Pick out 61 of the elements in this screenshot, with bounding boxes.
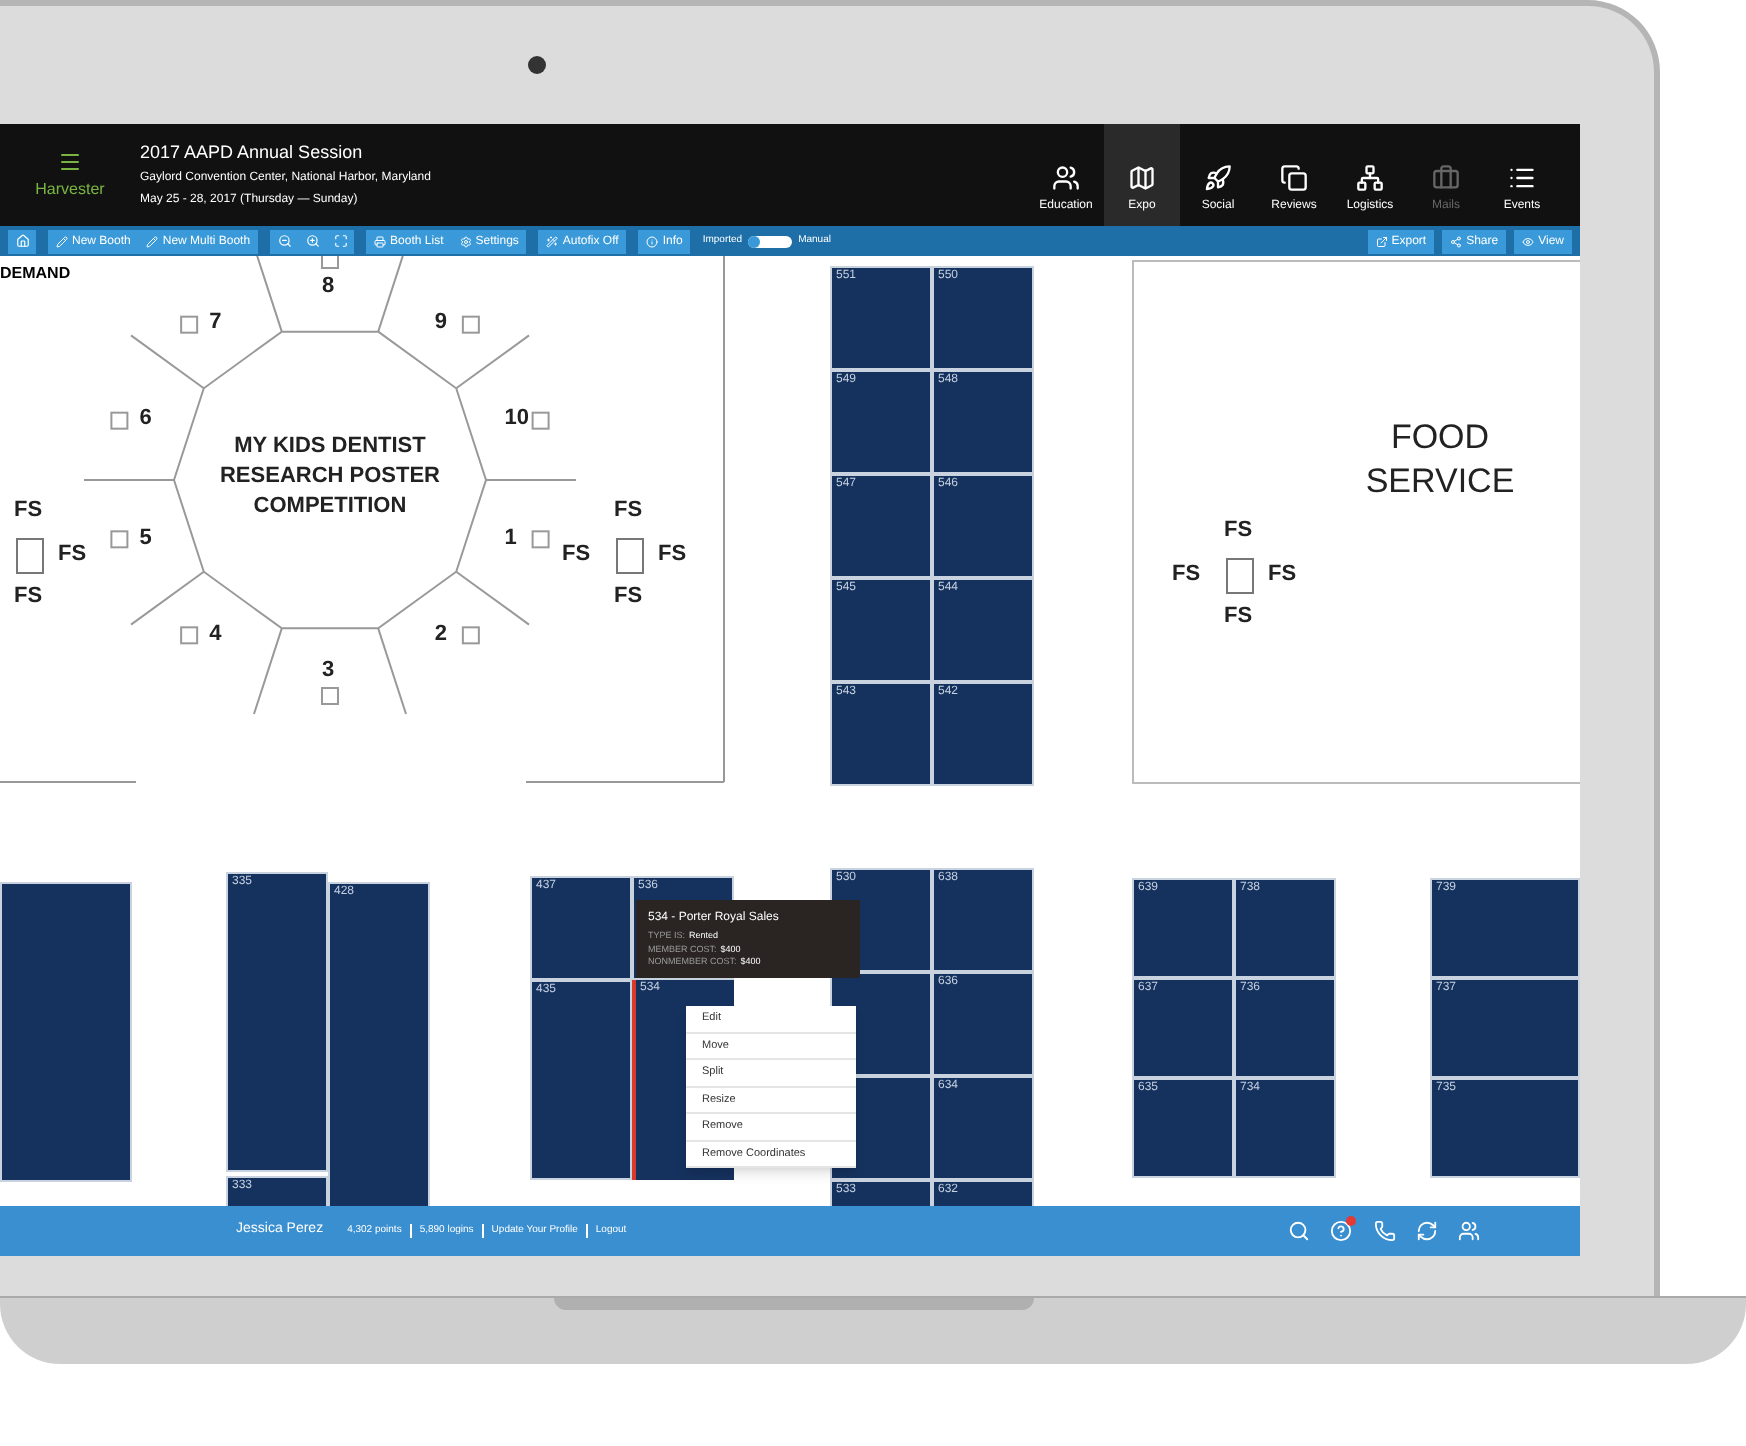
- home-icon: [15, 234, 29, 248]
- users-icon: [1052, 164, 1080, 192]
- event-title: 2017 AAPD Annual Session: [140, 139, 365, 166]
- camera-icon: [528, 56, 546, 74]
- zoom-out-icon: [277, 234, 292, 248]
- pencil-icon: [146, 235, 159, 247]
- fs-label: FS: [14, 586, 43, 608]
- zoom-in-icon: [305, 234, 320, 248]
- share-icon: [1450, 235, 1463, 247]
- food-service-label: FOOD SERVICE: [1363, 416, 1517, 504]
- list-icon: [1508, 164, 1536, 192]
- fs-label: FS: [1224, 520, 1253, 542]
- fs-label: FS: [58, 544, 87, 566]
- fs-label: FS: [1172, 564, 1201, 586]
- poster-number: 5: [139, 527, 152, 550]
- table-icon: [1226, 558, 1254, 594]
- poster-number: 7: [209, 312, 222, 335]
- users-icon[interactable]: [1458, 1220, 1480, 1242]
- phone-icon[interactable]: [1374, 1220, 1396, 1242]
- poster-number: 9: [434, 312, 448, 335]
- menu-icon[interactable]: [58, 149, 82, 173]
- poster-number: 8: [322, 276, 335, 298]
- fs-label: FS: [658, 544, 687, 566]
- table-icon: [616, 538, 644, 574]
- fs-label: FS: [562, 544, 591, 566]
- settings-icon: [459, 235, 472, 247]
- map-icon: [1128, 164, 1156, 192]
- eye-icon: [1522, 235, 1535, 247]
- poster-number: 6: [139, 408, 152, 431]
- zoom-out-button[interactable]: [270, 229, 299, 253]
- help-icon[interactable]: [1330, 1219, 1354, 1243]
- room-label: DEMAND: [0, 262, 71, 286]
- briefcase-icon: [1432, 164, 1460, 192]
- home-button[interactable]: [8, 229, 36, 253]
- fs-label: FS: [614, 500, 643, 522]
- info-icon: [646, 235, 659, 247]
- search-icon[interactable]: [1288, 1220, 1310, 1242]
- poster-number: 10: [504, 408, 530, 431]
- refresh-icon[interactable]: [1416, 1220, 1438, 1242]
- fs-label: FS: [14, 500, 43, 522]
- wand-icon: [546, 235, 559, 247]
- fit-button[interactable]: [326, 229, 355, 253]
- fs-label: FS: [614, 586, 643, 608]
- pencil-icon: [56, 235, 68, 247]
- export-icon: [1375, 235, 1388, 247]
- table-icon: [16, 538, 44, 574]
- mode-switch[interactable]: [748, 235, 793, 247]
- poster-number: 2: [434, 623, 448, 646]
- fs-label: FS: [1268, 564, 1297, 586]
- fs-label: FS: [1224, 606, 1253, 628]
- rocket-icon: [1204, 164, 1232, 192]
- copy-icon: [1280, 164, 1308, 192]
- app-name: Harvester: [35, 177, 105, 201]
- expand-icon: [333, 234, 348, 248]
- poster-area-title: MY KIDS DENTIST RESEARCH POSTER COMPETITION: [217, 432, 443, 522]
- printer-icon: [374, 235, 387, 247]
- booth[interactable]: [0, 882, 132, 1182]
- network-icon: [1356, 164, 1384, 192]
- poster-number: 1: [504, 527, 517, 550]
- poster-number: 3: [322, 660, 335, 682]
- poster-number: 4: [209, 623, 222, 646]
